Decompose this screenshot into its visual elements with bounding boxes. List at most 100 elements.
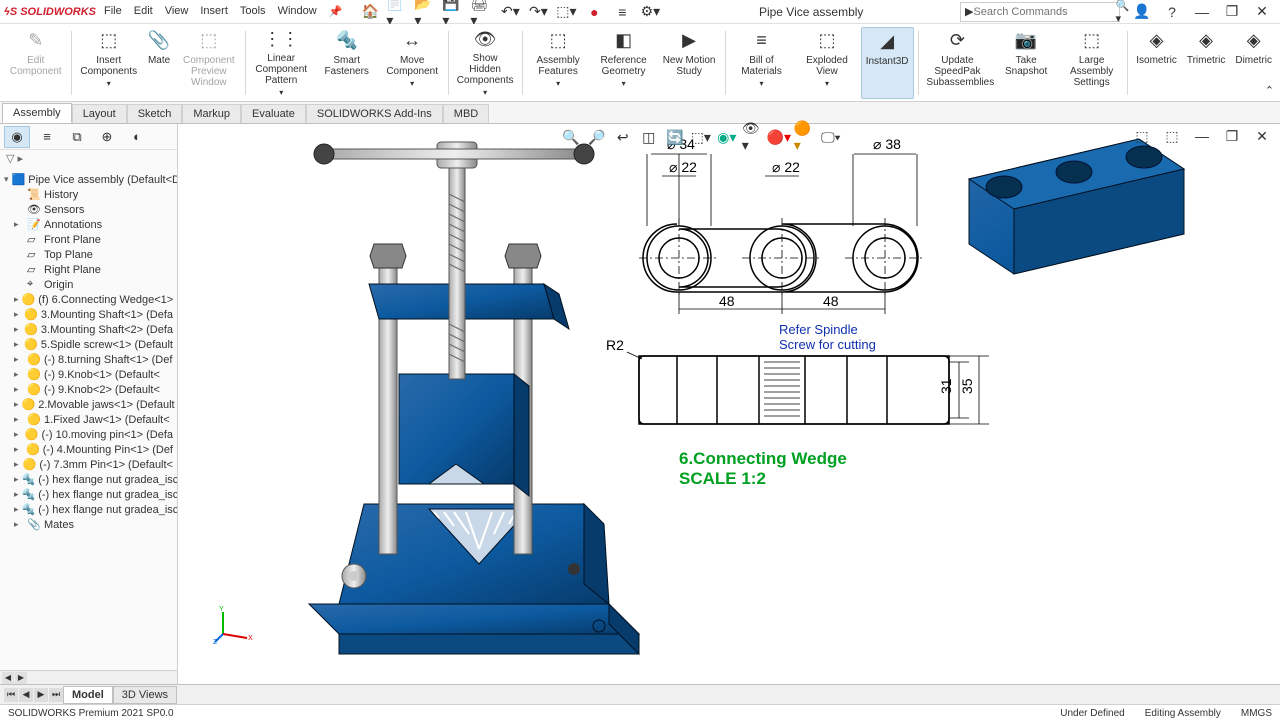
view-settings-icon[interactable]: 🖵▾ bbox=[820, 126, 842, 148]
close-button[interactable]: ✕ bbox=[1248, 2, 1276, 22]
viewport-close-button[interactable]: ✕ bbox=[1248, 126, 1276, 146]
tree-item[interactable]: ▸🟡(f) 6.Connecting Wedge<1> bbox=[0, 292, 177, 307]
zoom-area-icon[interactable]: 🔎 bbox=[586, 126, 608, 148]
menu-tools[interactable]: Tools bbox=[240, 5, 266, 18]
home-icon[interactable]: 🏠 bbox=[358, 2, 382, 22]
ribbon-isometric[interactable]: ◈Isometric bbox=[1132, 27, 1181, 99]
viewport-restore-button[interactable]: ❐ bbox=[1218, 126, 1246, 146]
minimize-button[interactable]: — bbox=[1188, 2, 1216, 22]
tree-item[interactable]: ▸🔩(-) hex flange nut gradea_isc bbox=[0, 472, 177, 487]
ribbon-move-component[interactable]: ↔Move Component▾ bbox=[380, 27, 443, 99]
tree-item[interactable]: ⌖Origin bbox=[0, 277, 177, 292]
options-icon[interactable]: ≡ bbox=[610, 2, 634, 22]
help-icon[interactable]: ? bbox=[1158, 2, 1186, 22]
display-style-icon[interactable]: ◉▾ bbox=[716, 126, 738, 148]
tab-sketch[interactable]: Sketch bbox=[127, 104, 183, 123]
select-icon[interactable]: ⬚▾ bbox=[554, 2, 578, 22]
ribbon-take-snapshot[interactable]: 📷Take Snapshot bbox=[994, 27, 1057, 99]
hide-show-icon[interactable]: 👁▾ bbox=[742, 126, 764, 148]
tree-item[interactable]: ▸🟡(-) 10.moving pin<1> (Defa bbox=[0, 427, 177, 442]
tab-assembly[interactable]: Assembly bbox=[2, 103, 72, 123]
scroll-left-icon[interactable]: ◀ bbox=[2, 672, 14, 684]
tab-evaluate[interactable]: Evaluate bbox=[241, 104, 306, 123]
tab-mbd[interactable]: MBD bbox=[443, 104, 489, 123]
tree-item[interactable]: 📜History bbox=[0, 187, 177, 202]
ribbon-insert-components[interactable]: ⬚Insert Components▾ bbox=[76, 27, 141, 99]
zoom-fit-icon[interactable]: 🔍 bbox=[560, 126, 582, 148]
property-manager-tab-icon[interactable]: ≡ bbox=[34, 126, 60, 148]
menu-file[interactable]: File bbox=[104, 5, 122, 18]
tree-item[interactable]: ▸🟡5.Spidle screw<1> (Default bbox=[0, 337, 177, 352]
btab-prev-icon[interactable]: ◀ bbox=[19, 688, 33, 702]
dynamic-view-icon[interactable]: 🔄 bbox=[664, 126, 686, 148]
bottom-tab-3dviews[interactable]: 3D Views bbox=[113, 686, 177, 704]
ribbon-exploded-view[interactable]: ⬚Exploded View▾ bbox=[795, 27, 858, 99]
ribbon-smart-fasteners[interactable]: 🔩Smart Fasteners bbox=[315, 27, 378, 99]
viewport-expand2-icon[interactable]: ⬚ bbox=[1158, 126, 1186, 146]
tree-item[interactable]: ▸🟡2.Movable jaws<1> (Default bbox=[0, 397, 177, 412]
search-input[interactable] bbox=[973, 6, 1115, 18]
restore-button[interactable]: ❐ bbox=[1218, 2, 1246, 22]
tree-item[interactable]: ▸🟡(-) 9.Knob<2> (Default< bbox=[0, 382, 177, 397]
new-icon[interactable]: 📄▾ bbox=[386, 2, 410, 22]
settings-icon[interactable]: ⚙▾ bbox=[638, 2, 662, 22]
undo-icon[interactable]: ↶▾ bbox=[498, 2, 522, 22]
menu-window[interactable]: Window bbox=[278, 5, 317, 18]
ribbon-trimetric[interactable]: ◈Trimetric bbox=[1183, 27, 1230, 99]
previous-view-icon[interactable]: ↩ bbox=[612, 126, 634, 148]
tab-markup[interactable]: Markup bbox=[182, 104, 241, 123]
tree-filter[interactable]: ▽ ▸ bbox=[0, 150, 177, 170]
bottom-tab-nav[interactable]: ⏮ ◀ ▶ ⏭ bbox=[4, 688, 63, 702]
tree-item[interactable]: ▱Top Plane bbox=[0, 247, 177, 262]
rebuild-icon[interactable]: ● bbox=[582, 2, 606, 22]
open-icon[interactable]: 📂▾ bbox=[414, 2, 438, 22]
tree-item[interactable]: ▸🟡(-) 8.turning Shaft<1> (Def bbox=[0, 352, 177, 367]
menu-view[interactable]: View bbox=[165, 5, 189, 18]
search-commands[interactable]: ▶ 🔍▾ bbox=[960, 2, 1120, 22]
view-triad[interactable]: Y X Z bbox=[213, 604, 253, 644]
ribbon-reference-geometry[interactable]: ◧Reference Geometry▾ bbox=[592, 27, 655, 99]
menu-pin-icon[interactable]: 📌 bbox=[329, 5, 343, 18]
user-icon[interactable]: 👤 bbox=[1128, 2, 1156, 22]
tree-item[interactable]: ▸🔩(-) hex flange nut gradea_isc bbox=[0, 487, 177, 502]
tree-item[interactable]: ▸🟡(-) 7.3mm Pin<1> (Default< bbox=[0, 457, 177, 472]
ribbon-instant3d[interactable]: ◢Instant3D bbox=[861, 27, 914, 99]
ribbon-collapse-icon[interactable]: ⌃ bbox=[1265, 84, 1274, 97]
ribbon-show-hidden-components[interactable]: 👁Show Hidden Components▾ bbox=[453, 27, 518, 99]
graphics-area[interactable]: 🔍 🔎 ↩ ◫ 🔄 ⬚▾ ◉▾ 👁▾ 🔴▾ 🟠▾ 🖵▾ ⬚ ⬚ — ❐ ✕ bbox=[178, 124, 1280, 684]
scroll-right-icon[interactable]: ▶ bbox=[15, 672, 27, 684]
viewport-expand-icon[interactable]: ⬚ bbox=[1128, 126, 1156, 146]
redo-icon[interactable]: ↷▾ bbox=[526, 2, 550, 22]
btab-next-icon[interactable]: ▶ bbox=[34, 688, 48, 702]
btab-first-icon[interactable]: ⏮ bbox=[4, 688, 18, 702]
menu-insert[interactable]: Insert bbox=[200, 5, 228, 18]
ribbon-bill-of-materials[interactable]: ≡Bill of Materials▾ bbox=[730, 27, 793, 99]
ribbon-large-assembly-settings[interactable]: ⬚Large Assembly Settings bbox=[1060, 27, 1123, 99]
scene-icon[interactable]: 🟠▾ bbox=[794, 126, 816, 148]
tree-item[interactable]: ▸🟡3.Mounting Shaft<2> (Defa bbox=[0, 322, 177, 337]
ribbon-new-motion-study[interactable]: ▶New Motion Study bbox=[657, 27, 720, 99]
tree-item[interactable]: ▸🟡(-) 9.Knob<1> (Default< bbox=[0, 367, 177, 382]
dimx-manager-tab-icon[interactable]: ⊕ bbox=[94, 126, 120, 148]
tree-item[interactable]: ▸📝Annotations bbox=[0, 217, 177, 232]
tree-item[interactable]: ▸📎Mates bbox=[0, 517, 177, 532]
tree-item[interactable]: ▸🔩(-) hex flange nut gradea_isc bbox=[0, 502, 177, 517]
ribbon-update-speedpak-subassemblies[interactable]: ⟳Update SpeedPak Subassemblies bbox=[922, 27, 992, 99]
tree-item[interactable]: 👁Sensors bbox=[0, 202, 177, 217]
tree-item[interactable]: ▱Front Plane bbox=[0, 232, 177, 247]
appearance-icon[interactable]: 🔴▾ bbox=[768, 126, 790, 148]
tree-item[interactable]: ▸🟡(-) 4.Mounting Pin<1> (Def bbox=[0, 442, 177, 457]
configuration-manager-tab-icon[interactable]: ⧉ bbox=[64, 126, 90, 148]
tab-layout[interactable]: Layout bbox=[72, 104, 127, 123]
menu-edit[interactable]: Edit bbox=[134, 5, 153, 18]
btab-last-icon[interactable]: ⏭ bbox=[49, 688, 63, 702]
panel-scrollbar[interactable]: ◀ ▶ bbox=[0, 670, 177, 684]
ribbon-assembly-features[interactable]: ⬚Assembly Features▾ bbox=[526, 27, 589, 99]
tree-item[interactable]: ▸🟡1.Fixed Jaw<1> (Default< bbox=[0, 412, 177, 427]
display-manager-tab-icon[interactable]: ◐ bbox=[124, 126, 150, 148]
ribbon-mate[interactable]: 📎Mate bbox=[143, 27, 175, 99]
save-icon[interactable]: 💾▾ bbox=[442, 2, 466, 22]
feature-manager-tab-icon[interactable]: ◉ bbox=[4, 126, 30, 148]
bottom-tab-model[interactable]: Model bbox=[63, 686, 113, 704]
tree-root[interactable]: ▾🟦 Pipe Vice assembly (Default<D bbox=[0, 172, 177, 187]
